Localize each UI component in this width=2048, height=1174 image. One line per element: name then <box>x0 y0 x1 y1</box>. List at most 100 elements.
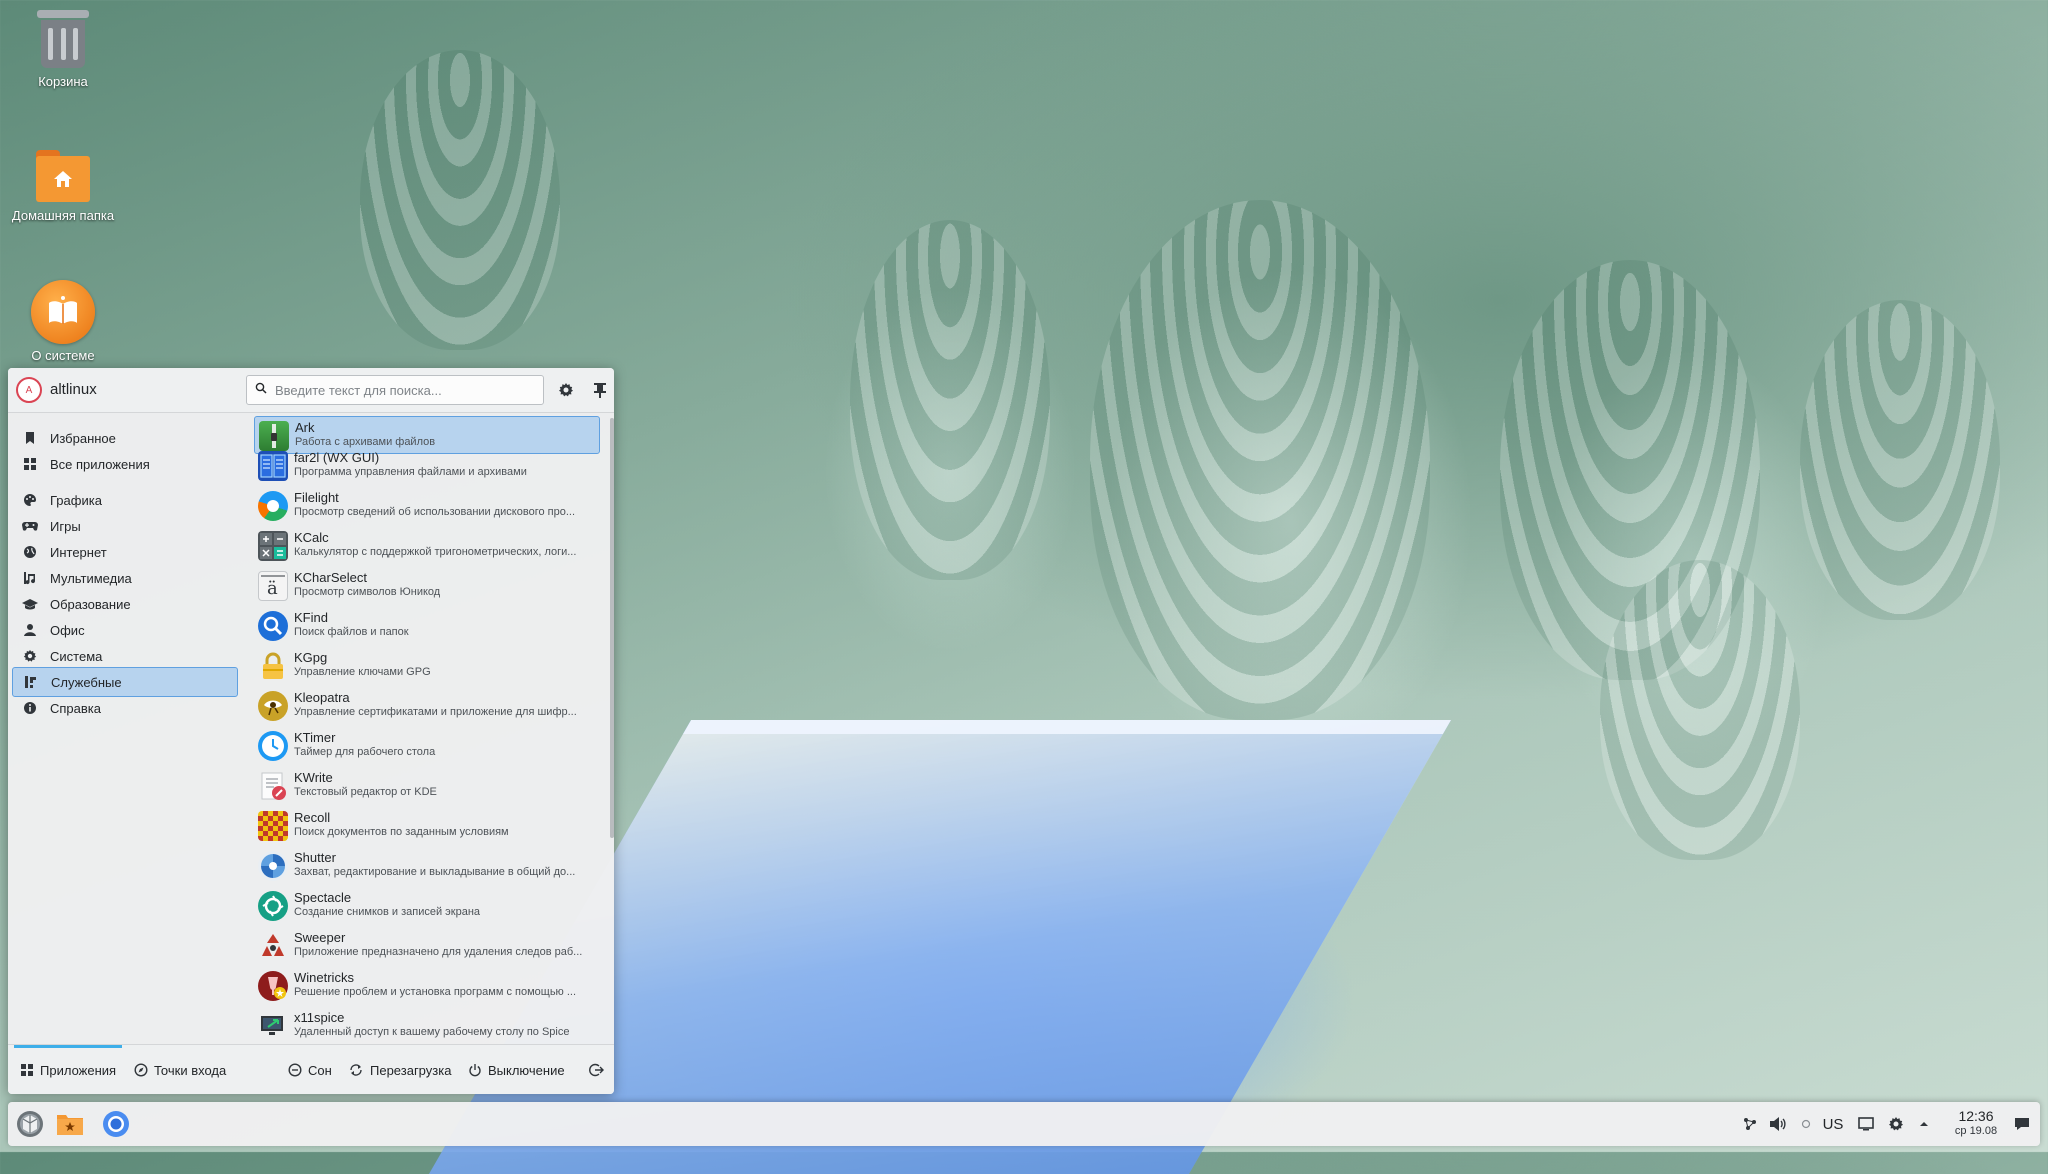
app-description: Текстовый редактор от KDE <box>294 786 437 798</box>
logout-arrow-icon <box>588 1062 604 1078</box>
shutdown-label: Выключение <box>488 1062 565 1078</box>
category-label: Служебные <box>51 674 122 690</box>
app-item-sweeper[interactable]: Sweeper Приложение предназначено для уда… <box>254 927 600 965</box>
brightness-gear-icon <box>1889 1117 1903 1131</box>
taskbar-browser[interactable] <box>98 1102 134 1146</box>
tray-settings[interactable] <box>1884 1102 1908 1146</box>
app-description: Таймер для рабочего стола <box>294 746 436 758</box>
shutdown-button[interactable]: Выключение <box>468 1045 565 1094</box>
leave-options-button[interactable] <box>588 1045 610 1094</box>
palette-icon <box>22 492 38 508</box>
app-item-winetricks[interactable]: Winetricks Решение проблем и установка п… <box>254 967 600 1005</box>
utilities-icon <box>23 674 39 690</box>
restart-label: Перезагрузка <box>370 1062 452 1078</box>
restart-button[interactable]: Перезагрузка <box>348 1045 451 1094</box>
multimedia-icon <box>22 570 38 586</box>
app-name: Winetricks <box>294 970 354 985</box>
tab-applications-label: Приложения <box>40 1062 117 1078</box>
app-description: Управление сертификатами и приложение дл… <box>294 706 577 718</box>
app-name: KCalc <box>294 530 329 545</box>
show-desktop-button[interactable] <box>2010 1102 2034 1146</box>
display-icon <box>1858 1117 1874 1131</box>
app-item-spectacle[interactable]: Spectacle Создание снимков и записей экр… <box>254 887 600 925</box>
app-item-kleopatra[interactable]: Kleopatra Управление сертификатами и при… <box>254 687 600 725</box>
app-item-kgpg[interactable]: KGpg Управление ключами GPG <box>254 647 600 685</box>
user-avatar[interactable]: A <box>16 377 42 403</box>
kgpg-icon <box>258 651 288 681</box>
app-item-recoll[interactable]: Recoll Поиск документов по заданным усло… <box>254 807 600 845</box>
app-name: KTimer <box>294 730 336 745</box>
desktop-icon-about[interactable]: О системе <box>8 280 118 363</box>
app-name: Filelight <box>294 490 339 505</box>
tab-applications[interactable]: Приложения <box>20 1045 116 1094</box>
tab-places[interactable]: Точки входа <box>134 1045 226 1094</box>
application-launcher-button[interactable] <box>12 1102 48 1146</box>
category-label: Избранное <box>50 430 116 446</box>
tray-status-indicator[interactable] <box>1796 1102 1816 1146</box>
user-name: altlinux <box>50 381 97 398</box>
svg-text:ä: ä <box>267 578 278 599</box>
app-description: Захват, редактирование и выкладывание в … <box>294 866 576 878</box>
search-icon <box>255 381 267 399</box>
application-launcher: A altlinux Избранное Все приложения Граф… <box>8 368 614 1094</box>
app-description: Поиск файлов и папок <box>294 626 409 638</box>
category-all-apps[interactable]: Все приложения <box>12 449 238 479</box>
app-item-kcharselect[interactable]: ä KCharSelect Просмотр символов Юникод <box>254 567 600 605</box>
wallpaper-cone <box>360 50 560 350</box>
app-name: KGpg <box>294 650 328 665</box>
app-description: Создание снимков и записей экрана <box>294 906 481 918</box>
configure-button[interactable] <box>556 380 576 400</box>
desktop-icon-home[interactable]: Домашняя папка <box>8 148 118 223</box>
desktop-icon-label: Домашняя папка <box>11 208 115 223</box>
sleep-button[interactable]: Сон <box>288 1045 332 1094</box>
folder-icon <box>57 1115 83 1135</box>
globe-icon <box>22 544 38 560</box>
sweeper-icon <box>258 931 288 961</box>
wallpaper-cone <box>850 220 1050 580</box>
desktop-icon-trash[interactable]: Корзина <box>8 8 118 89</box>
spectacle-icon <box>258 891 288 921</box>
app-item-kwrite[interactable]: KWrite Текстовый редактор от KDE <box>254 767 600 805</box>
taskbar-panel: US 12:36 ср 19.08 <box>8 1102 2040 1146</box>
pin-button[interactable] <box>590 380 610 400</box>
chevron-up-icon <box>1920 1122 1928 1126</box>
app-description: Приложение предназначено для удаления сл… <box>294 946 583 958</box>
bookmark-icon <box>22 430 38 446</box>
app-item-x11spice[interactable]: x11spice Удаленный доступ к вашему рабоч… <box>254 1007 600 1043</box>
tray-keyboard-layout[interactable]: US <box>1820 1102 1846 1146</box>
ktimer-icon <box>258 731 288 761</box>
app-name: KFind <box>294 610 328 625</box>
keyboard-layout-label: US <box>1822 1115 1844 1133</box>
tray-kde-connect[interactable] <box>1738 1102 1762 1146</box>
app-description: Решение проблем и установка программ с п… <box>294 986 577 998</box>
tray-expand-button[interactable] <box>1914 1102 1934 1146</box>
app-item-kfind[interactable]: KFind Поиск файлов и папок <box>254 607 600 645</box>
kwrite-icon <box>258 771 288 801</box>
tray-display[interactable] <box>1854 1102 1878 1146</box>
app-item-far2l[interactable]: far2l (WX GUI) Программа управления файл… <box>254 447 600 485</box>
app-description: Программа управления файлами и архивами <box>294 466 527 478</box>
tray-volume[interactable] <box>1766 1102 1790 1146</box>
app-description: Просмотр сведений об использовании диско… <box>294 506 575 518</box>
recoll-icon <box>258 811 288 841</box>
category-help[interactable]: Справка <box>12 693 238 723</box>
app-item-kcalc[interactable]: KCalc Калькулятор с поддержкой тригономе… <box>254 527 600 565</box>
search-input[interactable] <box>273 381 527 399</box>
app-item-shutter[interactable]: Shutter Захват, редактирование и выклады… <box>254 847 600 885</box>
app-description: Калькулятор с поддержкой тригонометричес… <box>294 546 577 558</box>
digital-clock[interactable]: 12:36 ср 19.08 <box>1940 1108 2012 1138</box>
wallpaper-cone <box>1600 560 1800 860</box>
category-label: Графика <box>50 492 102 508</box>
taskbar-file-manager[interactable] <box>52 1102 88 1146</box>
kcharselect-icon: ä <box>258 571 288 601</box>
desktop-icon-label: Корзина <box>38 74 88 89</box>
x11spice-icon <box>258 1011 288 1041</box>
category-label: Образование <box>50 596 131 612</box>
about-system-icon <box>31 280 95 344</box>
category-label: Офис <box>50 622 85 638</box>
app-name: KCharSelect <box>294 570 367 585</box>
app-item-ktimer[interactable]: KTimer Таймер для рабочего стола <box>254 727 600 765</box>
app-list-scrollbar[interactable] <box>610 418 614 838</box>
search-box[interactable] <box>246 375 544 405</box>
app-item-filelight[interactable]: Filelight Просмотр сведений об использов… <box>254 487 600 525</box>
